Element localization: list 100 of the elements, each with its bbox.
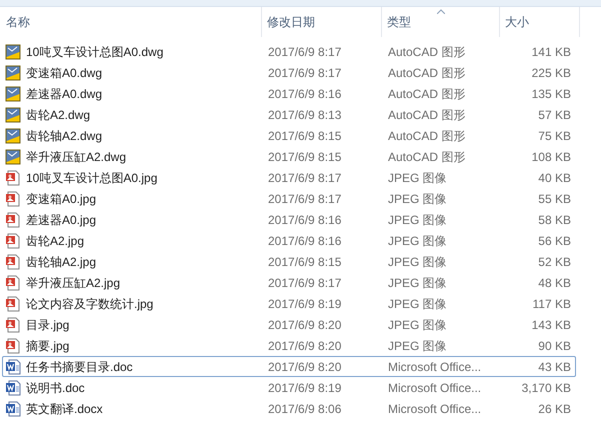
type-cell-text: JPEG 图像 bbox=[387, 212, 448, 228]
document-file-icon bbox=[5, 380, 21, 396]
size-cell-text: 26 KB bbox=[537, 400, 571, 418]
size-cell-text: 52 KB bbox=[537, 254, 571, 270]
date-cell-text: 2017/6/9 8:16 bbox=[267, 212, 342, 228]
column-header[interactable]: 修改日期 bbox=[262, 7, 382, 37]
column-header[interactable]: 名称 bbox=[0, 7, 262, 37]
date-cell-text: 2017/6/9 8:17 bbox=[267, 64, 342, 82]
image-file-icon bbox=[5, 212, 21, 228]
size-cell-text: 225 KB bbox=[530, 64, 571, 82]
file-row[interactable]: 10吨叉车设计总图A0.dwg 2017/6/9 8:17 AutoCAD 图形 141 KB bbox=[2, 41, 576, 62]
date-cell-text: 2017/6/9 8:17 bbox=[267, 274, 342, 292]
date-cell-text: 2017/6/9 8:20 bbox=[267, 316, 342, 334]
type-cell-text: AutoCAD 图形 bbox=[387, 44, 466, 60]
file-name: 摘要.jpg bbox=[26, 338, 70, 354]
type-cell-text: JPEG 图像 bbox=[387, 190, 448, 208]
file-row[interactable]: 说明书.doc 2017/6/9 8:19 Microsoft Office... 3,170 KB bbox=[2, 377, 576, 398]
drawing-file-icon bbox=[5, 44, 21, 60]
size-cell-text: 57 KB bbox=[537, 106, 571, 124]
file-row[interactable]: 举升液压缸A2.jpg 2017/6/9 8:17 JPEG 图像 48 KB bbox=[2, 272, 576, 293]
image-file-icon bbox=[5, 254, 21, 270]
file-name: 10吨叉车设计总图A0.dwg bbox=[26, 44, 164, 60]
file-name: 差速器A0.jpg bbox=[26, 212, 96, 228]
file-row[interactable]: 摘要.jpg 2017/6/9 8:20 JPEG 图像 90 KB bbox=[2, 335, 576, 356]
file-name: 目录.jpg bbox=[26, 316, 70, 334]
file-row[interactable]: 变速箱A0.jpg 2017/6/9 8:17 JPEG 图像 55 KB bbox=[2, 188, 576, 209]
type-cell-text: Microsoft Office... bbox=[387, 358, 482, 376]
type-cell-text: JPEG 图像 bbox=[387, 254, 448, 270]
size-cell-text: 56 KB bbox=[537, 232, 571, 250]
file-name: 任务书摘要目录.doc bbox=[26, 358, 133, 376]
date-cell-text: 2017/6/9 8:15 bbox=[267, 254, 342, 270]
file-row[interactable]: 论文内容及字数统计.jpg 2017/6/9 8:19 JPEG 图像 117 KB bbox=[2, 293, 576, 314]
type-cell-text: JPEG 图像 bbox=[387, 274, 448, 292]
date-cell-text: 2017/6/9 8:15 bbox=[267, 148, 342, 166]
type-cell-text: JPEG 图像 bbox=[387, 338, 448, 354]
image-file-icon bbox=[5, 316, 21, 332]
size-cell-text: 43 KB bbox=[537, 358, 571, 376]
size-cell-text: 48 KB bbox=[537, 274, 571, 292]
file-name: 论文内容及字数统计.jpg bbox=[26, 296, 154, 312]
file-name: 齿轮轴A2.jpg bbox=[26, 254, 96, 270]
type-cell-text: JPEG 图像 bbox=[387, 170, 448, 186]
date-cell-text: 2017/6/9 8:06 bbox=[267, 400, 342, 418]
file-row[interactable]: 差速器A0.jpg 2017/6/9 8:16 JPEG 图像 58 KB bbox=[2, 209, 576, 230]
document-file-icon bbox=[5, 358, 21, 374]
file-row[interactable]: 齿轮轴A2.jpg 2017/6/9 8:15 JPEG 图像 52 KB bbox=[2, 251, 576, 272]
document-file-icon bbox=[5, 400, 21, 416]
size-cell-text: 40 KB bbox=[537, 170, 571, 186]
type-cell-text: JPEG 图像 bbox=[387, 232, 448, 250]
file-row[interactable]: 10吨叉车设计总图A0.jpg 2017/6/9 8:17 JPEG 图像 40 KB bbox=[2, 167, 576, 188]
file-name: 说明书.doc bbox=[26, 380, 85, 396]
type-cell-text: Microsoft Office... bbox=[387, 380, 482, 396]
size-cell-text: 90 KB bbox=[537, 338, 571, 354]
date-cell-text: 2017/6/9 8:20 bbox=[267, 358, 342, 376]
size-cell-text: 55 KB bbox=[537, 190, 571, 208]
image-file-icon bbox=[5, 232, 21, 248]
size-cell-text: 3,170 KB bbox=[520, 380, 571, 396]
file-row[interactable]: 差速器A0.dwg 2017/6/9 8:16 AutoCAD 图形 135 KB bbox=[2, 83, 576, 104]
file-name: 10吨叉车设计总图A0.jpg bbox=[26, 170, 158, 186]
size-cell-text: 143 KB bbox=[530, 316, 571, 334]
drawing-file-icon bbox=[5, 128, 21, 144]
file-name: 举升液压缸A2.dwg bbox=[26, 148, 126, 166]
column-header[interactable]: 大小 bbox=[500, 7, 580, 37]
file-row[interactable]: 变速箱A0.dwg 2017/6/9 8:17 AutoCAD 图形 225 KB bbox=[2, 62, 576, 83]
date-cell-text: 2017/6/9 8:16 bbox=[267, 232, 342, 250]
file-name: 齿轮A2.jpg bbox=[26, 232, 84, 250]
date-cell-text: 2017/6/9 8:19 bbox=[267, 380, 342, 396]
type-cell-text: JPEG 图像 bbox=[387, 296, 448, 312]
file-name: 差速器A0.dwg bbox=[26, 86, 102, 102]
date-cell-text: 2017/6/9 8:17 bbox=[267, 44, 342, 60]
file-row[interactable]: 齿轮轴A2.dwg 2017/6/9 8:15 AutoCAD 图形 75 KB bbox=[2, 125, 576, 146]
file-row[interactable]: 英文翻译.docx 2017/6/9 8:06 Microsoft Office... 26 KB bbox=[2, 398, 576, 419]
date-cell-text: 2017/6/9 8:16 bbox=[267, 86, 342, 102]
type-cell-text: AutoCAD 图形 bbox=[387, 106, 466, 124]
file-name: 英文翻译.docx bbox=[26, 400, 103, 418]
file-row[interactable]: 齿轮A2.dwg 2017/6/9 8:13 AutoCAD 图形 57 KB bbox=[2, 104, 576, 125]
size-cell-text: 117 KB bbox=[532, 296, 571, 312]
image-file-icon bbox=[5, 274, 21, 290]
file-row[interactable]: 齿轮A2.jpg 2017/6/9 8:16 JPEG 图像 56 KB bbox=[2, 230, 576, 251]
image-file-icon bbox=[5, 190, 21, 206]
size-cell-text: 58 KB bbox=[537, 212, 571, 228]
type-cell-text: Microsoft Office... bbox=[387, 400, 482, 418]
file-name: 齿轮轴A2.dwg bbox=[26, 128, 102, 144]
drawing-file-icon bbox=[5, 86, 21, 102]
file-name: 举升液压缸A2.jpg bbox=[26, 274, 120, 292]
type-cell-text: AutoCAD 图形 bbox=[387, 64, 466, 82]
file-row[interactable]: 目录.jpg 2017/6/9 8:20 JPEG 图像 143 KB bbox=[2, 314, 576, 335]
type-cell-text: AutoCAD 图形 bbox=[387, 148, 466, 166]
size-cell-text: 141 KB bbox=[530, 44, 571, 60]
date-cell-text: 2017/6/9 8:20 bbox=[267, 338, 342, 354]
image-file-icon bbox=[5, 170, 21, 186]
column-header[interactable]: 类型 bbox=[382, 7, 500, 37]
file-name: 齿轮A2.dwg bbox=[26, 106, 90, 124]
drawing-file-icon bbox=[5, 106, 21, 122]
file-row[interactable]: 任务书摘要目录.doc 2017/6/9 8:20 Microsoft Office... 43 KB bbox=[2, 356, 576, 377]
file-row[interactable]: 举升液压缸A2.dwg 2017/6/9 8:15 AutoCAD 图形 108 KB bbox=[2, 146, 576, 167]
type-cell-text: JPEG 图像 bbox=[387, 316, 448, 334]
date-cell-text: 2017/6/9 8:13 bbox=[267, 106, 342, 124]
date-cell-text: 2017/6/9 8:17 bbox=[267, 190, 342, 208]
image-file-icon bbox=[5, 338, 21, 354]
size-cell-text: 108 KB bbox=[530, 148, 571, 166]
